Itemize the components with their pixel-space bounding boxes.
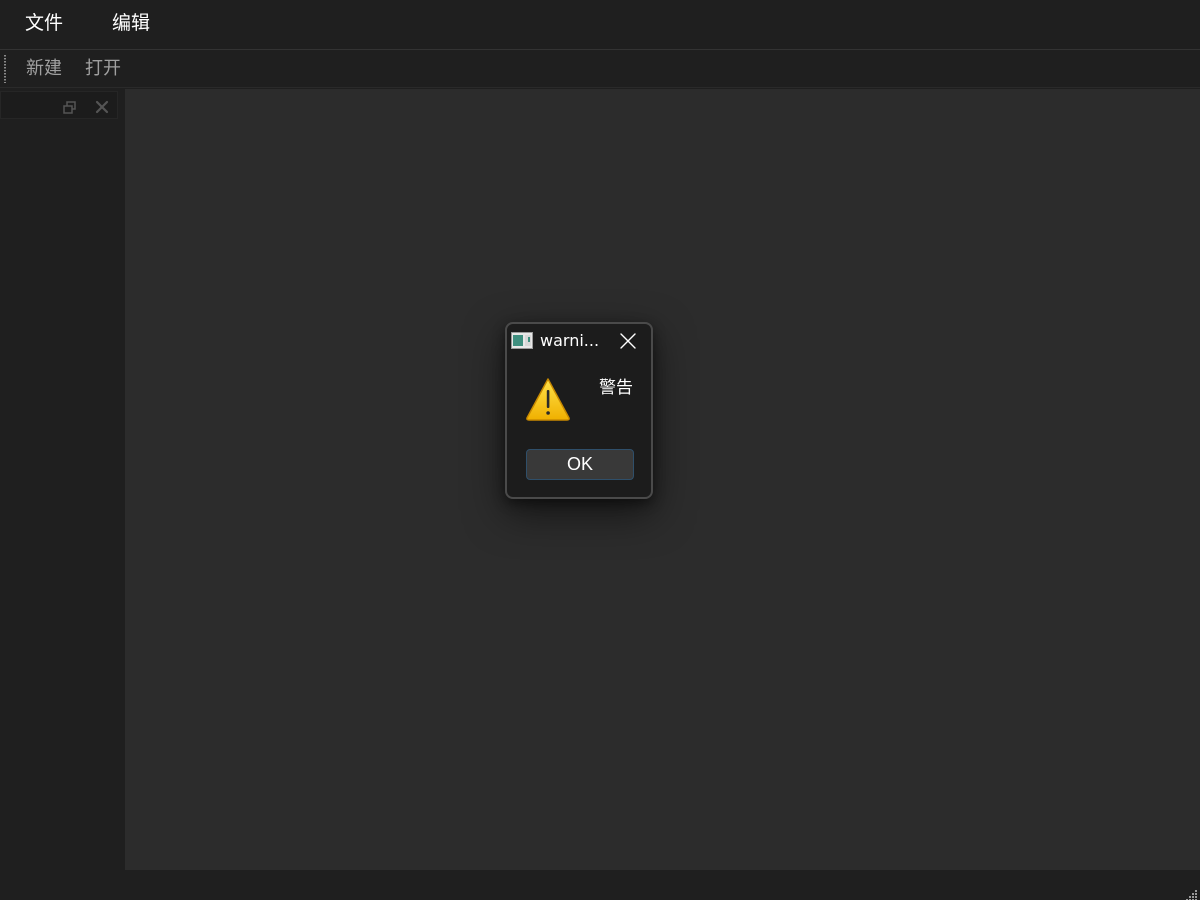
central-area <box>125 89 1200 870</box>
status-bar <box>0 870 1200 900</box>
warning-icon <box>525 376 571 422</box>
app-icon <box>511 332 533 349</box>
size-grip-icon[interactable] <box>1186 886 1198 900</box>
close-icon[interactable] <box>94 99 110 115</box>
dialog-message: 警告 <box>599 378 633 398</box>
dialog-titlebar[interactable]: warni... <box>507 324 651 358</box>
main-window: 文件 编辑 新建 打开 warni... 警告 OK <box>0 0 1200 900</box>
menu-bar: 文件 编辑 <box>0 0 1200 50</box>
dock-panel <box>0 89 125 870</box>
warning-dialog: warni... 警告 OK <box>505 322 653 499</box>
open-button[interactable]: 打开 <box>84 57 122 81</box>
new-button[interactable]: 新建 <box>25 57 63 81</box>
dock-titlebar[interactable] <box>0 91 118 119</box>
menu-file[interactable]: 文件 <box>23 10 65 36</box>
close-icon[interactable] <box>619 332 637 350</box>
toolbar: 新建 打开 <box>0 51 1200 88</box>
ok-button[interactable]: OK <box>526 449 634 480</box>
menu-edit[interactable]: 编辑 <box>110 10 152 36</box>
float-icon[interactable] <box>63 100 77 114</box>
dialog-title: warni... <box>540 331 600 350</box>
toolbar-drag-handle[interactable] <box>4 55 6 83</box>
